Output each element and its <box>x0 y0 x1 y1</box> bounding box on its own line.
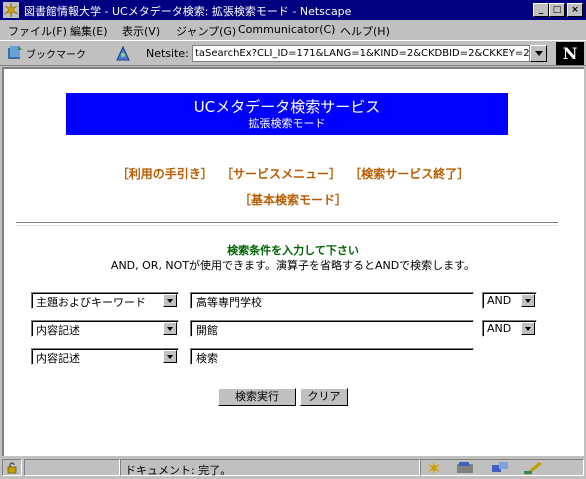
operator-select-2-value: AND <box>487 322 512 335</box>
field-select-3[interactable]: 内容記述 <box>31 348 179 365</box>
close-button[interactable]: × <box>567 3 583 17</box>
maximize-button[interactable]: □ <box>549 3 565 17</box>
location-toolbar: ブックマーク Netsite: taSearchEx?CLI_ID=171&LA… <box>0 40 586 66</box>
menu-view[interactable]: 表示(V) <box>122 23 160 39</box>
instruction-title: 検索条件を入力して下さい <box>227 244 359 257</box>
chevron-down-icon <box>163 294 177 307</box>
field-select-1-value: 主題およびキーワード <box>36 296 146 309</box>
window-title: 図書館情報大学 - UCメタデータ検索: 拡張検索モード - Netscape <box>24 5 352 18</box>
operator-select-2[interactable]: AND <box>482 320 537 337</box>
field-select-2-value: 内容記述 <box>36 324 80 337</box>
link-service-menu[interactable]: ［サービスメニュー］ <box>221 167 341 181</box>
operator-select-1-value: AND <box>487 294 512 307</box>
netscape-app-icon[interactable] <box>3 2 19 18</box>
composer-icon[interactable] <box>523 461 543 475</box>
field-select-3-value: 内容記述 <box>36 352 80 365</box>
url-field[interactable]: taSearchEx?CLI_ID=171&LANG=1&KIND=2&CKDB… <box>192 45 530 62</box>
page-content: UCメタデータ検索サービス 拡張検索モード ［利用の手引き］ ［サービスメニュー… <box>2 67 584 456</box>
link-user-guide[interactable]: ［利用の手引き］ <box>117 167 213 181</box>
discussion-icon[interactable] <box>491 461 509 475</box>
menu-bar: ファイル(F) 編集(E) 表示(V) ジャンプ(G) Communicator… <box>0 20 586 39</box>
lock-icon <box>7 462 17 474</box>
status-text: ドキュメント: 完了。 <box>125 464 232 477</box>
menu-edit[interactable]: 編集(E) <box>70 23 108 39</box>
minimize-icon: _ <box>538 5 544 15</box>
nav-links-row1: ［利用の手引き］ ［サービスメニュー］ ［検索サービス終了］ <box>4 165 582 182</box>
clear-button[interactable]: クリア <box>300 388 348 406</box>
keyword-input-1-value: 高等専門学校 <box>196 296 262 309</box>
navigator-icon[interactable] <box>426 461 442 475</box>
menu-file[interactable]: ファイル(F) <box>8 23 67 39</box>
title-bar: 図書館情報大学 - UCメタデータ検索: 拡張検索モード - Netscape … <box>0 0 586 20</box>
location-icon[interactable] <box>114 45 132 62</box>
menu-go[interactable]: ジャンプ(G) <box>176 23 236 39</box>
chevron-down-icon <box>163 350 177 363</box>
netsite-label: Netsite: <box>146 47 189 60</box>
netscape-logo[interactable]: N <box>556 42 584 65</box>
status-bar: ドキュメント: 完了。 <box>0 456 586 479</box>
link-basic-search[interactable]: ［基本検索モード］ <box>239 193 347 207</box>
keyword-input-2-value: 開館 <box>196 324 218 337</box>
banner-title: UCメタデータ検索サービス <box>193 98 381 116</box>
service-banner: UCメタデータ検索サービス 拡張検索モード <box>66 93 508 135</box>
bookmark-icon[interactable] <box>6 45 24 61</box>
minimize-button[interactable]: _ <box>533 3 549 17</box>
keyword-input-1[interactable]: 高等専門学校 <box>190 292 474 309</box>
url-dropdown[interactable] <box>530 45 547 62</box>
operator-select-1[interactable]: AND <box>482 292 537 309</box>
maximize-icon: □ <box>552 5 562 15</box>
search-button[interactable]: 検索実行 <box>218 388 296 406</box>
mail-icon[interactable] <box>456 462 474 474</box>
keyword-input-3-value: 検索 <box>196 352 218 365</box>
close-icon: × <box>571 5 579 15</box>
link-end-service[interactable]: ［検索サービス終了］ <box>349 167 469 181</box>
menu-help[interactable]: ヘルプ(H) <box>340 23 390 39</box>
component-bar <box>420 459 584 476</box>
keyword-input-2[interactable]: 開館 <box>190 320 474 337</box>
chevron-down-icon <box>521 322 535 335</box>
nav-links-row2: ［基本検索モード］ <box>4 191 582 208</box>
progress-cell <box>24 459 120 476</box>
banner-subtitle: 拡張検索モード <box>248 117 326 130</box>
chevron-down-icon <box>521 294 535 307</box>
chevron-down-icon <box>163 322 177 335</box>
menu-communicator[interactable]: Communicator(C) <box>238 23 335 36</box>
keyword-input-3[interactable]: 検索 <box>190 348 474 365</box>
field-select-1[interactable]: 主題およびキーワード <box>31 292 179 309</box>
security-lock-cell[interactable] <box>2 459 22 476</box>
bookmarks-button[interactable]: ブックマーク <box>26 46 86 61</box>
divider <box>16 222 558 226</box>
field-select-2[interactable]: 内容記述 <box>31 320 179 337</box>
instruction-text: AND, OR, NOTが使用できます。演算子を省略するとANDで検索します。 <box>110 259 476 272</box>
chevron-down-icon <box>535 51 543 56</box>
